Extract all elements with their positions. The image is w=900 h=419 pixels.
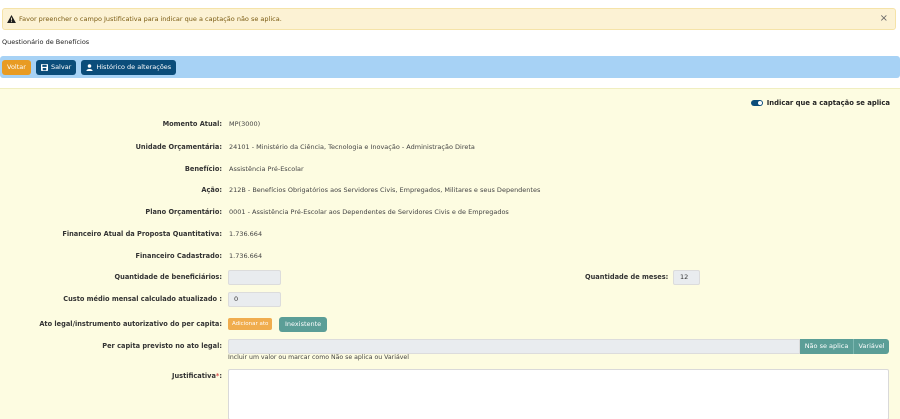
row-acao: Ação: 212B - Benefícios Obrigatórios aos…: [0, 182, 900, 198]
justificativa-label: Justificativa*:: [172, 372, 222, 380]
row-plano: Plano Orçamentário: 0001 - Assistência P…: [0, 204, 900, 220]
save-icon: [40, 63, 48, 71]
toggle-label: Indicar que a captação se aplica: [766, 99, 890, 107]
qtd-meses-input[interactable]: 12: [673, 269, 700, 285]
warning-alert: Favor preencher o campo Justificativa pa…: [2, 8, 896, 30]
user-icon: [86, 63, 93, 71]
unidade-value: 24101 - Ministério da Ciência, Tecnologi…: [229, 143, 475, 151]
beneficio-label: Benefício:: [184, 165, 222, 173]
qtd-beneficiarios-label: Quantidade de beneficiários:: [114, 273, 222, 281]
captacao-toggle[interactable]: Indicar que a captação se aplica: [750, 99, 890, 107]
row-percapita: Per capita previsto no ato legal: Não se…: [0, 338, 900, 354]
variavel-button[interactable]: Variável: [853, 338, 889, 354]
financeiro-atual-value: 1.736.664: [229, 230, 263, 238]
justificativa-textarea[interactable]: [228, 369, 889, 419]
alert-message: Favor preencher o campo Justificativa pa…: [19, 15, 282, 23]
financeiro-cadastrado-label: Financeiro Cadastrado:: [135, 252, 222, 260]
ato-label: Ato legal/instrumento autorizativo do pe…: [39, 320, 222, 328]
qtd-meses-label: Quantidade de meses:: [585, 273, 669, 281]
row-quantidades: Quantidade de beneficiários: Quantidade …: [0, 269, 900, 285]
custo-label: Custo médio mensal calculado atualizado …: [63, 295, 222, 303]
warning-icon: [7, 15, 16, 23]
plano-value: 0001 - Assistência Pré-Escolar aos Depen…: [229, 208, 509, 216]
toggle-switch[interactable]: [750, 100, 763, 106]
close-icon[interactable]: ×: [880, 13, 888, 25]
inexistente-button[interactable]: Inexistente: [279, 316, 328, 332]
row-custo: Custo médio mensal calculado atualizado …: [0, 291, 900, 307]
row-momento: Momento Atual: MP(3000): [0, 116, 900, 132]
salvar-button[interactable]: Salvar: [35, 59, 77, 75]
row-ato: Ato legal/instrumento autorizativo do pe…: [0, 316, 900, 332]
toolbar: Voltar Salvar Histórico de alterações: [0, 56, 900, 78]
row-unidade: Unidade Orçamentária: 24101 - Ministério…: [0, 139, 900, 155]
percapita-input[interactable]: [228, 338, 800, 354]
acao-label: Ação:: [201, 186, 222, 194]
row-financeiro-cadastrado: Financeiro Cadastrado: 1.736.664: [0, 248, 900, 264]
nao-se-aplica-button[interactable]: Não se aplica: [800, 338, 853, 354]
voltar-button[interactable]: Voltar: [2, 59, 31, 75]
row-financeiro-atual: Financeiro Atual da Proposta Quantitativ…: [0, 226, 900, 242]
adicionar-ato-button[interactable]: Adicionar ato: [228, 318, 273, 330]
qtd-beneficiarios-input[interactable]: [228, 269, 281, 285]
page-title: Questionário de Benefícios: [2, 38, 90, 46]
form-panel: Indicar que a captação se aplica Momento…: [0, 88, 900, 419]
momento-value: MP(3000): [229, 120, 261, 128]
beneficio-value: Assistência Pré-Escolar: [229, 165, 304, 173]
historico-button[interactable]: Histórico de alterações: [81, 59, 177, 75]
acao-value: 212B - Benefícios Obrigatórios aos Servi…: [229, 186, 541, 194]
percapita-help-text: Incluir um valor ou marcar como Não se a…: [228, 354, 409, 361]
unidade-label: Unidade Orçamentária:: [135, 143, 222, 151]
custo-input[interactable]: 0: [228, 291, 281, 307]
financeiro-cadastrado-value: 1.736.664: [229, 252, 263, 260]
financeiro-atual-label: Financeiro Atual da Proposta Quantitativ…: [62, 230, 222, 238]
percapita-label: Per capita previsto no ato legal:: [102, 342, 222, 350]
plano-label: Plano Orçamentário:: [145, 208, 222, 216]
momento-label: Momento Atual:: [162, 120, 222, 128]
row-beneficio: Benefício: Assistência Pré-Escolar: [0, 161, 900, 177]
